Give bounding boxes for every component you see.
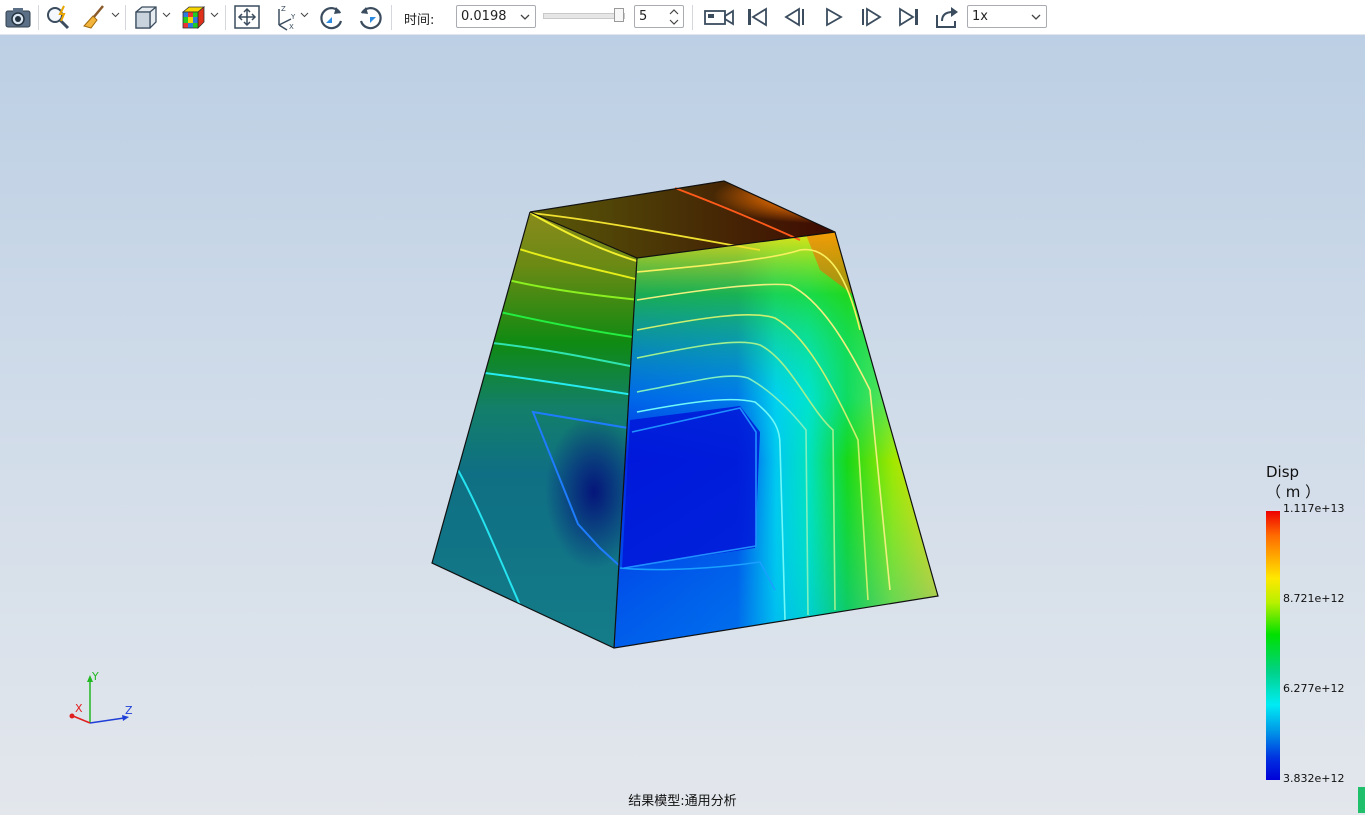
legend-value-3: 6.277e+12: [1283, 682, 1345, 695]
time-select-value: 0.0198: [461, 9, 507, 24]
legend-value-2: 8.721e+12: [1283, 592, 1345, 605]
rotate-cw-icon[interactable]: [317, 3, 347, 31]
chevron-down-icon: [520, 14, 530, 20]
legend-unit: （ m ）: [1266, 483, 1321, 501]
camera-icon[interactable]: [3, 3, 33, 31]
status-indicator: [1358, 787, 1365, 813]
chevron-down-icon: [1031, 14, 1041, 20]
last-frame-icon[interactable]: [895, 3, 923, 31]
svg-text:Y: Y: [290, 13, 296, 21]
toolbar-separator: [38, 5, 39, 30]
broom-icon[interactable]: [80, 3, 108, 31]
toolbar-separator: [225, 5, 226, 30]
time-select[interactable]: 0.0198: [456, 5, 536, 28]
triad-x-label: X: [75, 702, 83, 715]
speed-select[interactable]: 1x: [967, 5, 1047, 28]
chevron-down-icon[interactable]: [111, 10, 120, 19]
frame-stepper-value: 5: [639, 9, 648, 24]
cube-view-icon[interactable]: [131, 3, 161, 31]
result-model-status: 结果模型:通用分析: [628, 794, 737, 809]
chevron-down-icon[interactable]: [210, 10, 219, 19]
time-slider-thumb[interactable]: [614, 8, 624, 22]
legend-max-value: 1.117e+13: [1283, 502, 1345, 515]
triad-y-label: Y: [91, 670, 99, 683]
first-frame-icon[interactable]: [743, 3, 771, 31]
3d-viewport[interactable]: Y Z X: [0, 35, 1365, 815]
time-slider-track[interactable]: [543, 13, 625, 19]
next-frame-icon[interactable]: [857, 3, 885, 31]
svg-text:X: X: [289, 23, 294, 31]
triad-z-label: Z: [125, 704, 133, 717]
zoom-icon[interactable]: [43, 3, 73, 31]
svg-text:Z: Z: [281, 5, 286, 13]
toolbar-separator: [125, 5, 126, 30]
chevron-down-icon[interactable]: [300, 10, 309, 19]
chevron-down-icon[interactable]: [669, 18, 679, 26]
frame-stepper[interactable]: 5: [634, 5, 684, 28]
fit-view-icon[interactable]: [232, 3, 262, 31]
toolbar-separator: [391, 5, 392, 30]
toolbar-separator: [692, 5, 693, 30]
time-label: 时间:: [404, 13, 435, 28]
chevron-up-icon[interactable]: [669, 8, 679, 16]
result-model-view: [431, 180, 939, 649]
toolbar: ZYX 时间: 0.0198 5 1x: [0, 0, 1365, 35]
axes-icon[interactable]: ZYX: [270, 3, 300, 31]
play-icon[interactable]: [820, 3, 846, 31]
export-icon[interactable]: [932, 3, 962, 31]
legend-title: Disp: [1266, 463, 1300, 481]
legend-min-value: 3.832e+12: [1283, 772, 1345, 785]
previous-frame-icon[interactable]: [781, 3, 809, 31]
record-video-icon[interactable]: [703, 3, 735, 31]
legend-color-bar: [1266, 511, 1280, 780]
speed-select-value: 1x: [972, 9, 988, 24]
chevron-down-icon[interactable]: [162, 10, 171, 19]
rotate-ccw-icon[interactable]: [355, 3, 385, 31]
axis-triad: Y Z X: [69, 670, 133, 724]
color-cube-icon[interactable]: [178, 3, 208, 31]
